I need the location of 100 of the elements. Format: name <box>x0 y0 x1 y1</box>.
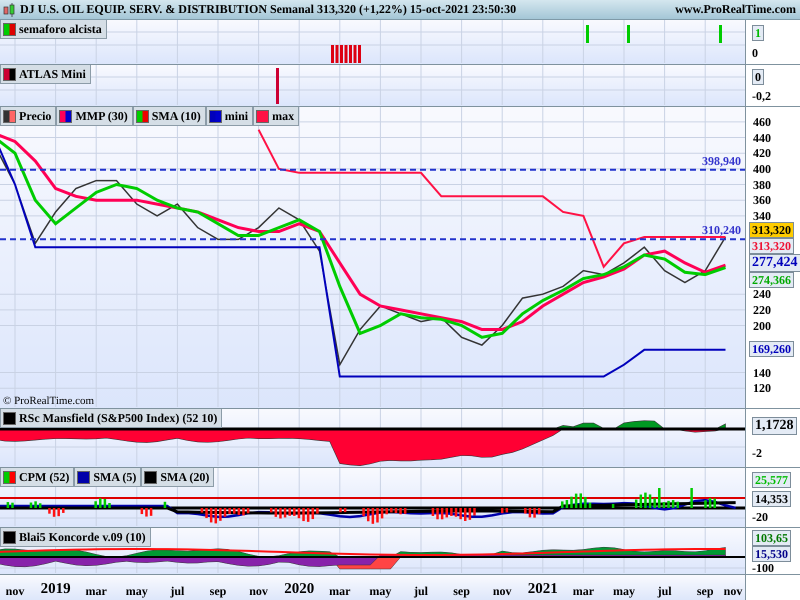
histogram-bar <box>344 508 346 512</box>
value-badge: 103,65 <box>752 530 791 546</box>
histogram-bar <box>440 508 444 520</box>
histogram-bar <box>561 501 564 508</box>
value-badge: 15,530 <box>752 546 791 562</box>
time-axis-label: jul <box>170 584 184 599</box>
histogram-bar <box>500 508 504 514</box>
histogram-bar <box>214 508 218 524</box>
price-badge: 277,424 <box>749 254 800 272</box>
histogram-bar <box>150 508 152 516</box>
histogram-bar <box>11 502 14 508</box>
histogram-bar <box>658 488 661 508</box>
axis-tick-label: 380 <box>753 178 771 191</box>
histogram-bar <box>246 508 250 514</box>
histogram-bar <box>708 498 712 508</box>
histogram-bar <box>293 508 296 516</box>
time-axis-label: jul <box>658 584 672 599</box>
histogram-bar <box>38 503 42 508</box>
site-link[interactable]: www.ProRealTime.com <box>675 2 796 17</box>
time-axis-label: sep <box>696 584 714 599</box>
legend-chip[interactable]: SMA (10) <box>132 107 206 126</box>
legend-chip[interactable]: Blai5 Koncorde v.09 (10) <box>0 528 151 547</box>
legend-chip[interactable]: SMA (20) <box>141 468 214 487</box>
histogram-bar <box>473 508 476 516</box>
histogram-bar <box>366 508 370 522</box>
histogram-bar <box>34 501 37 508</box>
legend-chip[interactable]: CPM (52) <box>0 468 74 487</box>
value-badge: 1 <box>752 25 764 41</box>
time-axis-label: sep <box>453 584 470 599</box>
histogram-bar <box>270 508 272 512</box>
histogram-bar <box>145 508 148 517</box>
histogram-bar <box>390 508 393 512</box>
histogram-bar <box>588 502 592 508</box>
axis-tick-label: 220 <box>753 304 771 316</box>
legend-chip[interactable]: mini <box>206 107 254 126</box>
histogram-bar <box>653 498 656 508</box>
histogram-bar <box>468 508 472 520</box>
histogram-bar <box>140 508 144 514</box>
axis-tick-label: 120 <box>753 382 771 394</box>
histogram-bar <box>580 493 582 508</box>
time-axis-label: mar <box>86 584 107 599</box>
legend-chip[interactable]: max <box>253 107 300 126</box>
axis-tick-label: -20 <box>752 511 768 524</box>
histogram-bar <box>528 508 532 518</box>
axis-tick-label: 420 <box>753 147 771 160</box>
price-badge: 313,320 <box>749 238 794 254</box>
axis-tick-label: -100 <box>752 562 774 574</box>
axis-tick-label: -0,2 <box>752 90 771 102</box>
axis-tick-label: 240 <box>753 288 771 300</box>
legend-chip[interactable]: SMA (5) <box>74 468 142 487</box>
price-badge: 274,366 <box>749 272 794 288</box>
value-badge: 25,577 <box>752 472 791 488</box>
histogram-bar <box>94 501 97 508</box>
histogram-bar <box>404 508 406 514</box>
histogram-bar <box>385 508 388 514</box>
time-axis-label: mar <box>572 584 594 599</box>
histogram-bar <box>279 508 282 518</box>
axis-tick-label: -2 <box>752 447 762 459</box>
candlestick-icon <box>3 2 16 16</box>
time-axis-label: 2019 <box>40 581 71 598</box>
axis-tick-label: 440 <box>753 132 771 144</box>
histogram-bar <box>574 494 578 508</box>
legend-chip[interactable]: Precio <box>0 107 56 126</box>
value-badge: 14,353 <box>752 491 791 508</box>
time-axis-label: mar <box>329 584 350 599</box>
legend-chip[interactable]: semaforo alcista <box>0 20 107 39</box>
time-axis-label: may <box>369 584 392 599</box>
axis-tick-label: 360 <box>753 194 771 206</box>
histogram-bar <box>210 508 212 522</box>
histogram-bar <box>566 500 568 508</box>
histogram-bar <box>284 508 286 518</box>
axis-tick-label: 0 <box>752 47 758 59</box>
histogram-bar <box>200 508 204 513</box>
histogram-bar <box>302 508 305 522</box>
histogram-bar <box>205 508 208 518</box>
histogram-bar <box>104 498 106 508</box>
histogram-bar <box>634 500 638 508</box>
axis-tick-label: 400 <box>753 162 771 175</box>
histogram-bar <box>298 508 300 518</box>
histogram-bar <box>312 508 314 520</box>
value-badge: 0 <box>752 69 764 86</box>
value-badge: 1,1728 <box>752 417 796 435</box>
legend-chip[interactable]: MMP (30) <box>56 107 133 126</box>
legend-chip[interactable]: ATLAS Mini <box>0 65 91 84</box>
histogram-bar <box>380 508 384 518</box>
histogram-bar <box>464 508 466 521</box>
histogram-bar <box>450 508 453 516</box>
histogram-bar <box>662 502 666 508</box>
histogram-bar <box>436 508 439 520</box>
level-label: 310,240 <box>702 223 741 238</box>
histogram-bar <box>672 500 674 508</box>
histogram-bar <box>238 508 240 515</box>
legend-chip[interactable]: RSc Mansfield (S&P500 Index) (52 10) <box>0 409 222 428</box>
histogram-bar <box>676 502 680 508</box>
histogram-bar <box>704 500 707 508</box>
histogram-bar <box>533 508 536 518</box>
histogram-bar <box>362 508 365 516</box>
histogram-bar <box>648 494 652 508</box>
histogram-bar <box>584 496 587 508</box>
level-label: 398,940 <box>702 154 741 169</box>
